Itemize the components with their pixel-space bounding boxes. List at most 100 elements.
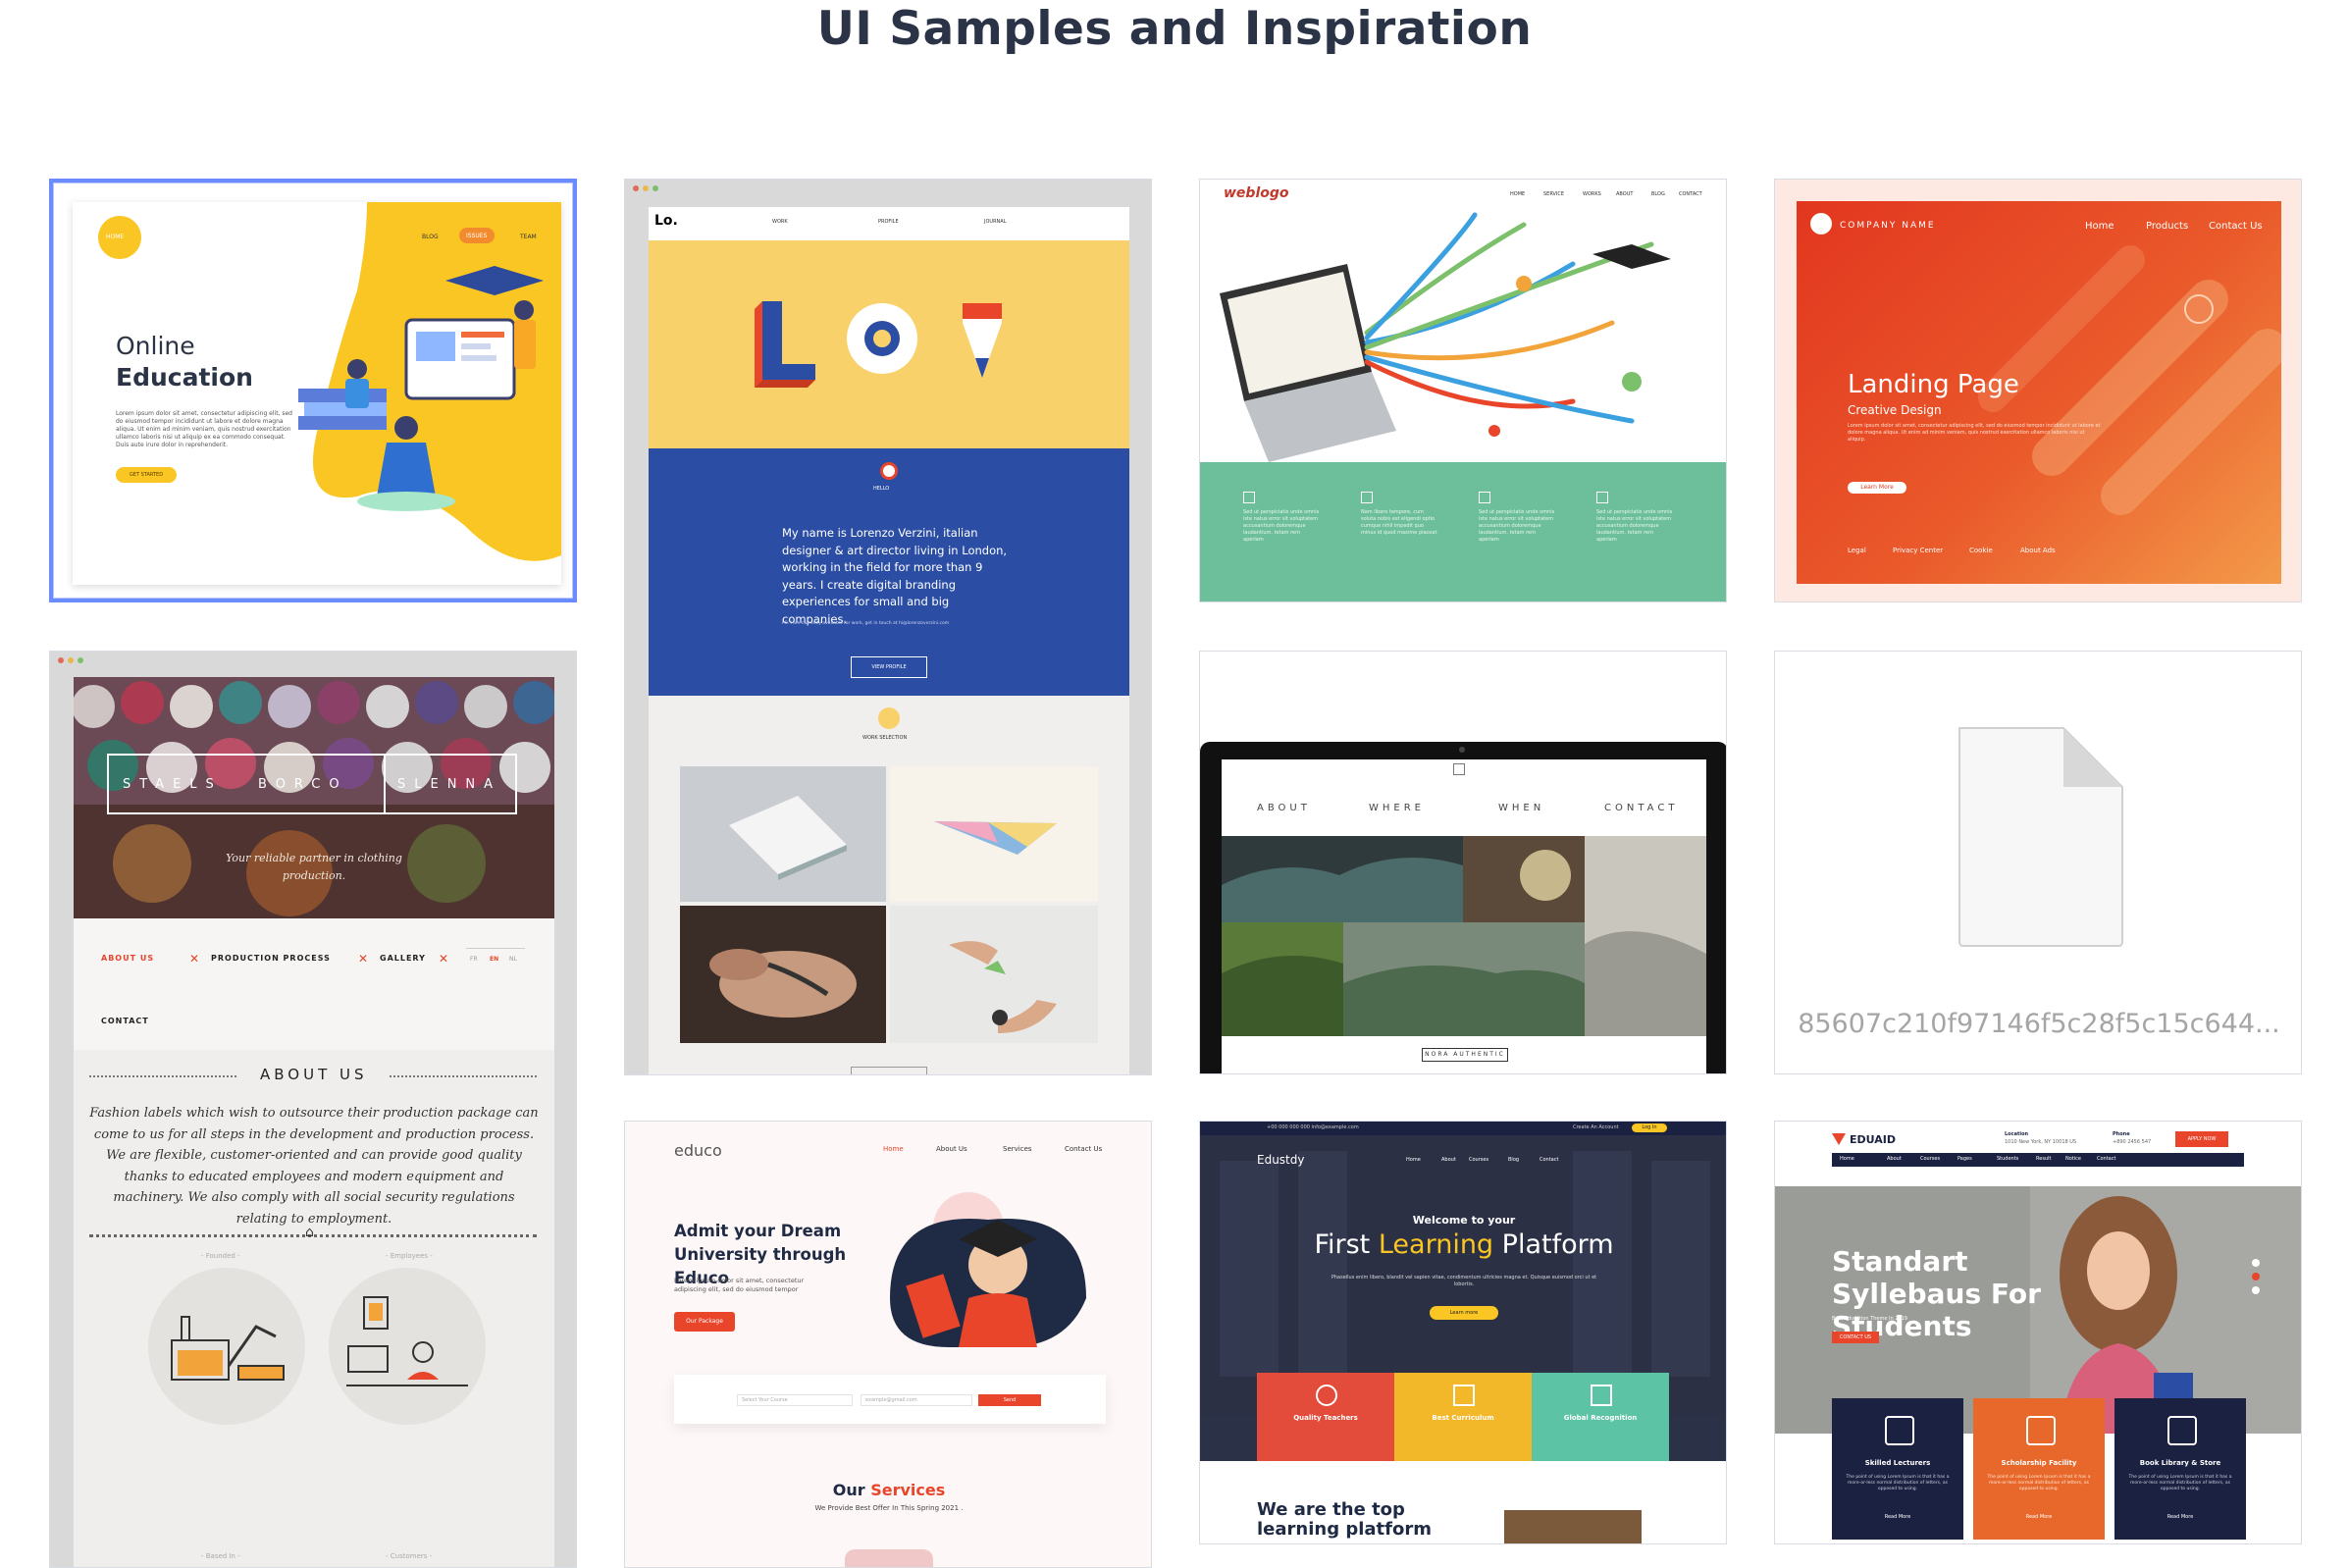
nav-contact[interactable]: CONTACT <box>1604 803 1678 813</box>
lang-en[interactable]: EN <box>490 956 498 963</box>
nav-blog[interactable]: Blog <box>1508 1157 1519 1163</box>
logo[interactable]: educo <box>674 1141 722 1160</box>
learn-more-button[interactable]: Learn more <box>1430 1306 1498 1320</box>
file-name: 85607c210f97146f5c28f5c15c644... <box>1798 1009 2280 1039</box>
nav-contact-us[interactable]: Contact Us <box>1065 1145 1102 1153</box>
course-select[interactable]: Select Your Course <box>737 1394 853 1406</box>
learn-more-button[interactable]: Learn More <box>1848 482 1906 494</box>
apply-now-button[interactable]: APPLY NOW <box>2175 1131 2228 1147</box>
eye-icon <box>880 462 898 480</box>
work-thumb-hands[interactable] <box>890 906 1098 1043</box>
create-account-link[interactable]: Create An Account <box>1573 1124 1619 1130</box>
nav-gallery[interactable]: GALLERY <box>380 954 426 963</box>
footer-legal[interactable]: Legal <box>1848 547 1866 554</box>
card-edustdy[interactable]: +00 000 000 000 info@example.com Create … <box>1199 1121 1727 1544</box>
feature-scholarship[interactable]: Scholarship Facility The point of using … <box>1973 1398 2105 1540</box>
card-online-education[interactable]: HOME BLOG ISSUES TEAM Online Education L… <box>49 179 577 602</box>
top-bar-contact: +00 000 000 000 info@example.com <box>1267 1124 1359 1130</box>
feature-quality-teachers[interactable]: Quality Teachers <box>1257 1373 1394 1461</box>
nav-contact[interactable]: Contact <box>2097 1156 2115 1162</box>
read-more-link[interactable]: Read More <box>2114 1514 2246 1520</box>
work-thumb-book[interactable] <box>680 766 886 902</box>
nav-about-us[interactable]: ABOUT US <box>101 954 154 963</box>
logo[interactable]: EDUAID <box>1850 1133 1896 1146</box>
nav-contact[interactable]: CONTACT <box>1679 191 1702 197</box>
nav-services[interactable]: Services <box>1003 1145 1032 1153</box>
card-fashion[interactable]: STAELS BORCO SLENNA Your reliable partne… <box>49 651 577 1568</box>
read-more-link[interactable]: Read More <box>1832 1514 1963 1520</box>
nav-home[interactable]: HOME <box>1510 191 1525 197</box>
logo[interactable]: weblogo <box>1224 185 1289 201</box>
nav-courses[interactable]: Courses <box>1469 1157 1488 1163</box>
footer-about-ads[interactable]: About Ads <box>2020 547 2056 554</box>
nav-notice[interactable]: Notice <box>2065 1156 2081 1162</box>
get-started-button[interactable]: GET STARTED <box>116 467 177 483</box>
nav-home[interactable]: HOME <box>106 234 124 240</box>
nav-about[interactable]: About <box>1441 1157 1456 1163</box>
nav-home[interactable]: Home <box>2085 221 2114 232</box>
logo[interactable]: Lo. <box>654 213 678 229</box>
nav-products[interactable]: Products <box>2146 221 2188 232</box>
send-button[interactable]: Send <box>978 1394 1041 1406</box>
card-eduaid[interactable]: EDUAID Location 1010 New York, NY 10018 … <box>1774 1121 2302 1544</box>
nav-home[interactable]: Home <box>1840 1156 1854 1162</box>
nav-team[interactable]: TEAM <box>520 234 537 240</box>
nav-students[interactable]: Students <box>1997 1156 2018 1162</box>
footer-privacy[interactable]: Privacy Center <box>1893 547 1943 554</box>
card-portfolio-lo[interactable]: Lo. WORK PROFILE JOURNAL HELLO My name i… <box>624 179 1152 1075</box>
nav-result[interactable]: Result <box>2036 1156 2051 1162</box>
feature-best-curriculum[interactable]: Best Curriculum <box>1394 1373 1532 1461</box>
nav-contact[interactable]: CONTACT <box>101 1017 149 1025</box>
logo[interactable]: Edustdy <box>1257 1153 1304 1167</box>
site-logo-icon[interactable] <box>1453 763 1465 775</box>
nav-about[interactable]: ABOUT <box>1257 803 1311 813</box>
nav-service[interactable]: SERVICE <box>1543 191 1564 197</box>
nav-production-process[interactable]: PRODUCTION PROCESS <box>211 954 331 963</box>
hero-illustration <box>298 202 561 585</box>
nav-about[interactable]: ABOUT <box>1616 191 1633 197</box>
nav-where[interactable]: WHERE <box>1369 803 1425 813</box>
label-founded: - Founded - <box>201 1252 240 1260</box>
feature-global-recognition[interactable]: Global Recognition <box>1532 1373 1669 1461</box>
nav-issues[interactable]: ISSUES <box>466 233 487 239</box>
slider-dot-2[interactable] <box>2252 1273 2260 1281</box>
lang-nl[interactable]: NL <box>509 956 517 963</box>
nav-courses[interactable]: Courses <box>1920 1156 1940 1162</box>
work-thumb-tattoo[interactable] <box>680 906 886 1043</box>
feature-book-library[interactable]: Book Library & Store The point of using … <box>2114 1398 2246 1540</box>
slider-dot-3[interactable] <box>2252 1286 2260 1294</box>
nav-journal[interactable]: JOURNAL <box>984 219 1007 225</box>
nav-about[interactable]: About <box>1887 1156 1902 1162</box>
read-more-link[interactable]: Read More <box>1973 1514 2105 1520</box>
slider-dot-1[interactable] <box>2252 1259 2260 1267</box>
footer-cookie[interactable]: Cookie <box>1969 547 1993 554</box>
nav-works[interactable]: WORKS <box>1583 191 1601 197</box>
nav-contact[interactable]: Contact Us <box>2209 221 2263 232</box>
nav-home[interactable]: Home <box>1406 1157 1421 1163</box>
company-logo-icon[interactable] <box>1810 213 1832 235</box>
card-landing-page[interactable]: COMPANY NAME Home Products Contact Us La… <box>1774 179 2302 602</box>
nav-about-us[interactable]: About Us <box>936 1145 967 1153</box>
card-monitor[interactable]: ABOUT WHERE WHEN CONTACT NORA AUTHENTIC <box>1199 651 1727 1074</box>
nav-pages[interactable]: Pages <box>1958 1156 1972 1162</box>
contact-us-button[interactable]: CONTACT US <box>1832 1332 1879 1343</box>
card-file-placeholder[interactable]: 85607c210f97146f5c28f5c15c644... <box>1774 651 2302 1074</box>
nav-when[interactable]: WHEN <box>1498 803 1544 813</box>
more-button[interactable] <box>851 1067 927 1074</box>
nav-contact[interactable]: Contact <box>1540 1157 1558 1163</box>
feature-skilled-lecturers[interactable]: Skilled Lecturers The point of using Lor… <box>1832 1398 1963 1540</box>
nav-blog[interactable]: BLOG <box>422 234 439 240</box>
nav-profile[interactable]: PROFILE <box>878 219 899 225</box>
hero-welcome: Welcome to your <box>1412 1214 1516 1227</box>
email-input[interactable]: example@gmail.com <box>861 1394 972 1406</box>
work-thumb-prism[interactable] <box>890 766 1098 902</box>
our-package-button[interactable]: Our Package <box>674 1312 735 1332</box>
card-weblogo[interactable]: weblogo HOME SERVICE WORKS ABOUT BLOG CO… <box>1199 179 1727 602</box>
nav-home[interactable]: Home <box>883 1145 904 1153</box>
card-educo[interactable]: educo Home About Us Services Contact Us … <box>624 1121 1152 1568</box>
nav-blog[interactable]: BLOG <box>1651 191 1665 197</box>
login-button[interactable]: Log In <box>1632 1124 1667 1132</box>
lang-fr[interactable]: FR <box>470 956 478 963</box>
nav-work[interactable]: WORK <box>772 219 788 225</box>
view-profile-button[interactable]: VIEW PROFILE <box>851 656 927 678</box>
